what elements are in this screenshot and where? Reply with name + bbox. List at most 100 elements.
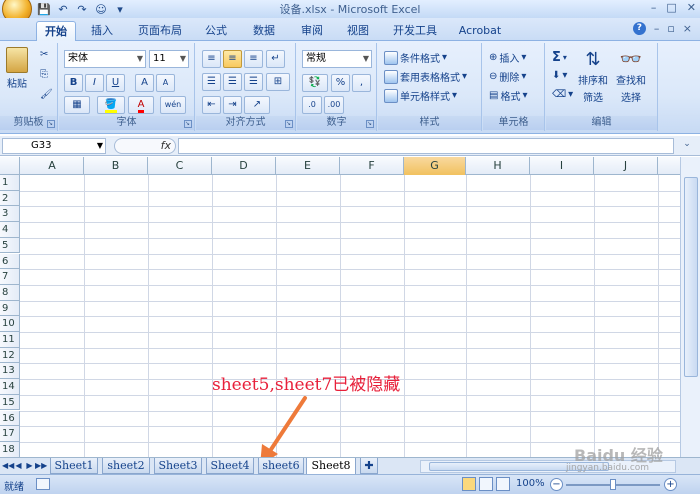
column-header[interactable]: B: [84, 157, 148, 175]
align-bottom-button[interactable]: ≡: [244, 50, 263, 68]
column-header[interactable]: F: [340, 157, 404, 175]
decrease-indent-button[interactable]: ⇤: [202, 96, 221, 114]
align-left-button[interactable]: ☰: [202, 73, 221, 91]
tab-data[interactable]: 数据: [246, 21, 282, 41]
delete-cells-button[interactable]: ⊖ 删除 ▾: [489, 69, 526, 84]
fill-color-button[interactable]: 🪣: [97, 96, 125, 114]
row-header[interactable]: 2: [0, 190, 20, 207]
orientation-button[interactable]: ↗: [244, 96, 270, 114]
grow-font-button[interactable]: A: [135, 74, 154, 92]
tab-acrobat[interactable]: Acrobat: [452, 21, 508, 41]
row-header[interactable]: 15: [0, 394, 20, 411]
tab-formulas[interactable]: 公式: [198, 21, 234, 41]
ribbon-close-icon[interactable]: ×: [683, 22, 692, 35]
row-header[interactable]: 17: [0, 426, 20, 442]
row-header[interactable]: 16: [0, 410, 20, 427]
decrease-decimal-button[interactable]: .00: [324, 96, 344, 114]
column-header[interactable]: A: [21, 157, 84, 175]
insert-function-button[interactable]: fx: [114, 138, 176, 154]
row-header[interactable]: 1: [0, 175, 20, 191]
expand-formula-icon[interactable]: ⌄: [680, 139, 694, 153]
ribbon-minimize-icon[interactable]: –: [654, 22, 660, 35]
ribbon-restore-icon[interactable]: ▫: [667, 22, 674, 35]
column-header[interactable]: D: [212, 157, 276, 175]
next-sheet-icon[interactable]: ▶: [24, 459, 35, 473]
comma-button[interactable]: ,: [352, 74, 371, 92]
sheet-tab-sheet8[interactable]: Sheet8: [306, 458, 356, 475]
formula-input[interactable]: [178, 138, 674, 154]
tab-insert[interactable]: 插入: [84, 21, 120, 41]
row-header[interactable]: 9: [0, 300, 20, 317]
font-color-button[interactable]: A: [128, 96, 154, 114]
sheet-tab-sheet2[interactable]: sheet2: [102, 458, 150, 474]
minimize-button[interactable]: –: [651, 1, 657, 14]
select-all-corner[interactable]: [0, 157, 20, 175]
row-header[interactable]: 10: [0, 316, 20, 332]
number-launcher-icon[interactable]: ↘: [366, 120, 374, 128]
last-sheet-icon[interactable]: ▶▶: [35, 459, 47, 473]
zoom-level[interactable]: 100%: [516, 478, 545, 489]
bold-button[interactable]: B: [64, 74, 83, 92]
wrap-text-button[interactable]: ↵: [266, 50, 285, 68]
font-size-select[interactable]: 11 ▼: [149, 50, 189, 68]
row-header[interactable]: 11: [0, 332, 20, 348]
column-header[interactable]: I: [530, 157, 594, 175]
sheet-tab-sheet3[interactable]: Sheet3: [154, 458, 202, 474]
row-header[interactable]: 8: [0, 284, 20, 301]
sheet-tab-sheet1[interactable]: Sheet1: [50, 458, 98, 474]
insert-sheet-icon[interactable]: ✚: [360, 458, 378, 474]
macro-record-icon[interactable]: [36, 478, 50, 490]
increase-indent-button[interactable]: ⇥: [223, 96, 242, 114]
italic-button[interactable]: I: [85, 74, 104, 92]
sheet-tab-sheet4[interactable]: Sheet4: [206, 458, 254, 474]
page-layout-view-icon[interactable]: [479, 477, 493, 491]
clear-button[interactable]: ⌫ ▾: [552, 89, 573, 100]
cut-icon[interactable]: ✂: [40, 49, 48, 60]
normal-view-icon[interactable]: [462, 477, 476, 491]
row-header[interactable]: 5: [0, 237, 20, 254]
borders-button[interactable]: ▦: [64, 96, 90, 114]
vertical-scroll-thumb[interactable]: [684, 177, 698, 377]
zoom-slider-thumb[interactable]: [610, 479, 616, 490]
tab-developer[interactable]: 开发工具: [386, 21, 444, 41]
tab-page-layout[interactable]: 页面布局: [132, 21, 188, 41]
format-painter-icon[interactable]: 🖌: [40, 89, 53, 100]
tab-review[interactable]: 审阅: [294, 21, 330, 41]
format-as-table-button[interactable]: 套用表格格式 ▾: [384, 69, 467, 84]
increase-decimal-button[interactable]: .0: [302, 96, 322, 114]
font-name-select[interactable]: 宋体 ▼: [64, 50, 146, 68]
zoom-out-button[interactable]: −: [550, 478, 563, 491]
align-center-button[interactable]: ☰: [223, 73, 242, 91]
align-middle-button[interactable]: ≡: [223, 50, 242, 68]
number-format-select[interactable]: 常规 ▼: [302, 50, 372, 68]
row-header[interactable]: 3: [0, 206, 20, 223]
row-header[interactable]: 12: [0, 347, 20, 364]
insert-cells-button[interactable]: ⊕ 插入 ▾: [489, 50, 526, 65]
align-right-button[interactable]: ☰: [244, 73, 263, 91]
close-button[interactable]: ✕: [687, 1, 696, 14]
row-header[interactable]: 6: [0, 253, 20, 270]
find-select-button[interactable]: 👓 查找和 选择: [616, 49, 646, 104]
tab-home[interactable]: 开始: [36, 21, 76, 41]
maximize-button[interactable]: □: [666, 1, 676, 14]
row-header[interactable]: 14: [0, 379, 20, 395]
column-header[interactable]: J: [594, 157, 658, 175]
column-header[interactable]: H: [466, 157, 530, 175]
vertical-scrollbar[interactable]: [680, 157, 700, 457]
tab-view[interactable]: 视图: [340, 21, 376, 41]
name-box-dropdown-icon[interactable]: ▼: [97, 139, 103, 153]
column-header-selected[interactable]: G: [404, 157, 466, 175]
worksheet-grid[interactable]: A B C D E F G H I J 1 2 3 4 5 6 7 8 9 10…: [0, 157, 680, 457]
merge-center-button[interactable]: ⊞: [266, 73, 290, 91]
shrink-font-button[interactable]: A: [156, 74, 175, 92]
row-header[interactable]: 18: [0, 441, 20, 457]
format-cells-button[interactable]: ▤ 格式 ▾: [489, 88, 527, 103]
column-header[interactable]: E: [276, 157, 340, 175]
autosum-button[interactable]: Σ ▾: [552, 50, 567, 65]
align-top-button[interactable]: ≡: [202, 50, 221, 68]
alignment-launcher-icon[interactable]: ↘: [285, 120, 293, 128]
fill-button[interactable]: ⬇ ▾: [552, 70, 567, 81]
cell-styles-button[interactable]: 单元格样式 ▾: [384, 88, 457, 103]
row-header[interactable]: 4: [0, 222, 20, 238]
currency-button[interactable]: 💱: [302, 74, 328, 92]
